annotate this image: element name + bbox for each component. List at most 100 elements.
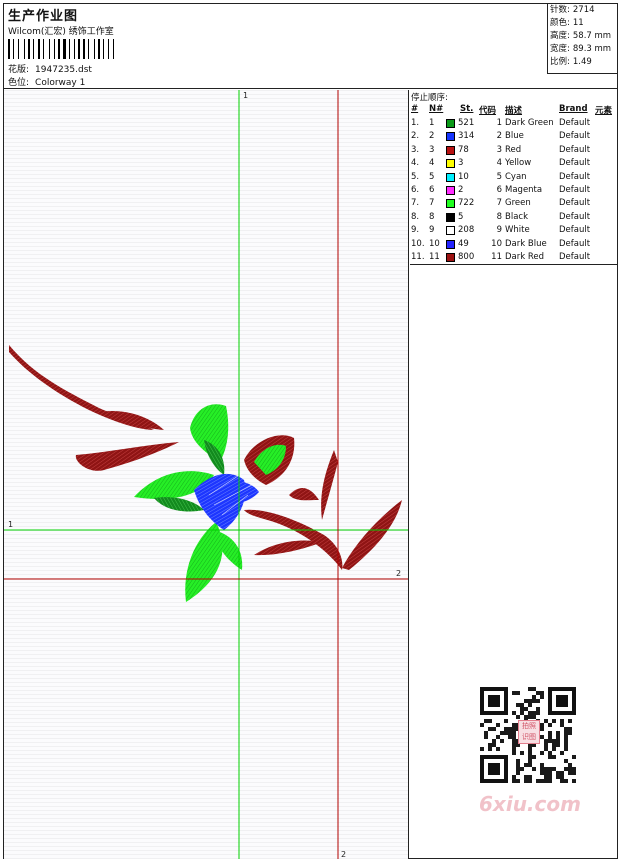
legend-cell-brand: Default (559, 118, 591, 128)
legend-row: 5. 5 10 5 Cyan Default (410, 172, 617, 185)
legend-cell-stitches: 800 (458, 252, 475, 262)
legend-cell-stitches: 78 (458, 144, 469, 155)
legend-cell-brand: Default (559, 185, 591, 195)
legend-cell-description: Blue (505, 131, 524, 142)
guide-label-h1: 1 (8, 520, 14, 529)
legend-color-swatch (446, 172, 455, 182)
legend-cell-index: 10. (411, 238, 425, 249)
design-file-value: 1947235.dst (35, 65, 92, 75)
legend-cell-code: 8 (496, 211, 502, 222)
col-header-brand: Brand (559, 104, 588, 114)
legend-cell-index: 7. (411, 198, 420, 209)
legend-cell-stitches: 314 (458, 131, 475, 142)
legend-cell-description: Black (505, 211, 528, 222)
design-specs-panel: 针数: 2714 颜色: 11 高度: 58.7 mm 宽度: 89.3 mm 比例: 1… (547, 4, 617, 74)
legend-cell-description: Dark Green (505, 118, 554, 128)
legend-row: 1. 1 521 1 Dark Green Default (410, 118, 617, 131)
legend-cell-brand: Default (559, 131, 591, 142)
legend-title: 停止顺序: (411, 93, 448, 103)
legend-cell-description: Yellow (505, 158, 532, 169)
spec-width: 宽度: 89.3 mm (550, 44, 612, 54)
legend-cell-index: 5. (411, 171, 420, 182)
legend-cell-index: 3. (411, 144, 420, 155)
legend-cell-needle: 9 (429, 225, 435, 236)
legend-row: 4. 4 3 4 Yellow Default (410, 158, 617, 171)
embroidery-preview-canvas[interactable]: 1 1 2 2 (4, 90, 409, 859)
legend-cell-index: 9. (411, 225, 420, 236)
legend-cell-code: 3 (496, 144, 502, 155)
legend-cell-code: 11 (491, 252, 502, 262)
embroidery-design-svg (4, 90, 408, 859)
legend-cell-code: 5 (496, 171, 502, 182)
page-title: 生产作业图 (8, 9, 79, 24)
legend-cell-code: 1 (496, 118, 502, 128)
legend-cell-brand: Default (559, 158, 591, 169)
barcode-image (8, 39, 142, 59)
legend-cell-needle: 10 (429, 238, 440, 249)
stop-sequence-legend: 停止顺序: # N# St. 代码 描述 Brand 元素 1. 1 521 1 Dar… (410, 90, 617, 265)
spec-scale: 比例: 1.49 (550, 57, 592, 67)
legend-cell-description: Dark Red (505, 252, 545, 262)
col-header-index: # (411, 104, 419, 114)
legend-cell-code: 7 (496, 198, 502, 209)
watermark: 拍照识图 6xiu.com (470, 682, 590, 822)
legend-cell-description: Magenta (505, 185, 543, 195)
legend-cell-stitches: 49 (458, 238, 469, 249)
legend-cell-index: 6. (411, 185, 420, 195)
col-header-needle: N# (429, 104, 444, 114)
col-header-stitches: St. (460, 104, 474, 114)
legend-row: 9. 9 208 9 White Default (410, 225, 617, 238)
legend-cell-stitches: 521 (458, 118, 475, 128)
legend-row: 8. 8 5 8 Black Default (410, 212, 617, 225)
production-worksheet: 生产作业图 Wilcom(汇宏) 绣饰工作室 花版: 1947235.dst 色位… (3, 3, 618, 859)
legend-color-swatch (446, 199, 455, 209)
legend-cell-needle: 4 (429, 158, 435, 169)
legend-cell-index: 8. (411, 211, 420, 222)
col-header-element: 元素 (595, 106, 613, 116)
legend-cell-stitches: 208 (458, 225, 475, 236)
legend-row: 2. 2 314 2 Blue Default (410, 131, 617, 144)
legend-cell-needle: 8 (429, 211, 435, 222)
legend-color-swatch (446, 119, 455, 128)
legend-color-swatch (446, 212, 455, 222)
colorway-field: 色位: Colorway 1 (8, 75, 85, 88)
guide-label-h2: 2 (396, 569, 402, 578)
col-header-description: 描述 (505, 106, 523, 116)
spec-color-count: 颜色: 11 (550, 18, 584, 28)
design-file-label: 花版: (8, 65, 30, 75)
legend-cell-brand: Default (559, 144, 591, 155)
legend-cell-needle: 3 (429, 144, 435, 155)
legend-row: 11. 11 800 11 Dark Red Default (410, 252, 617, 265)
legend-cell-index: 4. (411, 158, 420, 169)
legend-cell-needle: 1 (429, 118, 435, 128)
legend-cell-stitches: 5 (458, 211, 464, 222)
legend-cell-brand: Default (559, 211, 591, 222)
legend-cell-code: 9 (496, 225, 502, 236)
legend-cell-stitches: 10 (458, 171, 469, 182)
legend-cell-brand: Default (559, 238, 591, 249)
legend-cell-needle: 6 (429, 185, 435, 195)
legend-cell-brand: Default (559, 198, 591, 209)
legend-cell-index: 1. (411, 118, 420, 128)
legend-cell-brand: Default (559, 171, 591, 182)
watermark-text: 6xiu.com (479, 792, 581, 816)
legend-cell-stitches: 2 (458, 185, 464, 195)
legend-cell-brand: Default (559, 252, 591, 262)
legend-cell-stitches: 3 (458, 158, 464, 169)
legend-cell-stitches: 722 (458, 198, 475, 209)
company-name: Wilcom(汇宏) 绣饰工作室 (8, 27, 114, 37)
legend-row: 10. 10 49 10 Dark Blue Default (410, 239, 617, 252)
legend-cell-code: 6 (496, 185, 502, 195)
legend-cell-description: Green (505, 198, 531, 209)
legend-row: 7. 7 722 7 Green Default (410, 198, 617, 211)
legend-cell-code: 10 (491, 238, 502, 249)
watermark-seal: 拍照识图 (518, 720, 540, 744)
dark-red-bud (244, 435, 295, 485)
guide-label-v2: 2 (341, 850, 347, 859)
legend-cell-description: Dark Blue (505, 238, 547, 249)
dark-red-stem-left (9, 345, 179, 471)
design-file-field: 花版: 1947235.dst (8, 62, 92, 75)
legend-cell-index: 2. (411, 131, 420, 142)
legend-cell-description: White (505, 225, 530, 236)
legend-color-swatch (446, 226, 455, 236)
